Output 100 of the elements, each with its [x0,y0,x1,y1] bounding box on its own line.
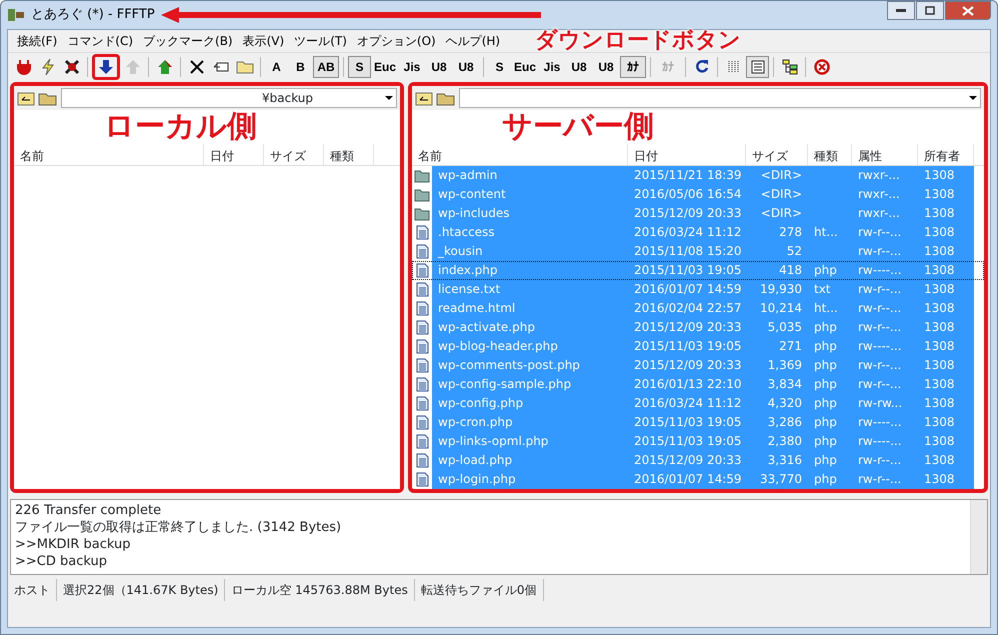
dropdown-arrow-icon[interactable] [385,96,393,100]
minimize-button[interactable] [887,1,915,20]
table-cell: php [814,434,837,448]
toolbar-button[interactable]: B [289,56,312,78]
menu-item[interactable]: 接続(F) [12,31,62,51]
server-path-field[interactable] [459,88,981,108]
toolbar-button[interactable]: S [348,56,371,78]
table-cell: rw----... [858,434,902,448]
table-cell: wp-blog-header.php [438,339,558,353]
toolbar-button[interactable]: U8 [426,56,452,78]
table-cell: 5,035 [768,320,802,334]
toolbar-button[interactable]: U8 [593,56,619,78]
column-header[interactable]: 所有者 [918,144,974,165]
table-cell: 19,930 [760,282,802,296]
table-cell: rw-r--... [858,453,902,467]
table-cell: 4,320 [768,396,802,410]
toolbar-button[interactable]: AB [313,56,339,78]
table-cell: 2015/11/21 18:39 [634,168,742,182]
table-cell: 2015/12/09 20:33 [634,453,742,467]
table-cell: _kousin [438,244,483,258]
column-header[interactable]: 属性 [852,144,918,165]
file-icon [416,244,428,259]
menu-item[interactable]: 表示(V) [238,31,290,51]
table-cell: 1308 [924,320,955,334]
toolbar-button[interactable]: U8 [566,56,592,78]
parent-folder-icon[interactable] [17,90,35,106]
table-cell: 2016/01/07 14:59 [634,472,742,486]
minimize-icon [896,8,906,12]
parent-folder-icon[interactable] [415,90,433,106]
table-cell: wp-login.php [438,472,516,486]
menu-item[interactable]: ツール(T) [289,31,352,51]
table-cell: 2015/11/03 19:05 [634,434,742,448]
table-cell: 2015/11/08 15:20 [634,244,742,258]
table-cell: 1308 [924,453,955,467]
table-cell: php [814,320,837,334]
local-path-field[interactable]: ¥backup [61,88,397,108]
column-header[interactable]: 日付 [628,144,746,165]
log-line: 226 Transfer complete [15,502,162,519]
table-cell: 1308 [924,358,955,372]
scrollbar[interactable] [970,500,987,574]
file-icon [416,415,428,430]
table-cell: 2015/11/03 19:05 [634,263,742,277]
file-icon [416,453,428,468]
toolbar-button[interactable]: Euc [372,56,398,78]
table-cell: php [814,339,837,353]
file-icon [416,472,428,487]
detail-view-icon[interactable] [746,56,769,78]
table-cell: rw-rw... [858,396,902,410]
table-cell: wp-includes [438,206,510,220]
table-cell: php [814,453,837,467]
toolbar-button[interactable]: A [265,56,288,78]
file-icon [416,282,428,297]
table-cell: rw-r--... [858,472,902,486]
table-cell: 1308 [924,472,955,486]
status-text: 選択22個（141.67K Bytes) [57,579,226,601]
table-cell: wp-config-sample.php [438,377,572,391]
table-cell: rwxr-... [858,187,900,201]
table-cell: php [814,263,837,277]
menu-item[interactable]: コマンド(C) [62,31,138,51]
dropdown-arrow-icon[interactable] [969,96,977,100]
menu-item[interactable]: オプション(O) [352,31,441,51]
toolbar-button[interactable]: Euc [512,56,538,78]
column-header[interactable]: 日付 [204,144,264,165]
table-cell: wp-admin [438,168,498,182]
file-icon [416,358,428,373]
maximize-button[interactable] [916,1,944,20]
table-cell: 1308 [924,168,955,182]
table-cell: 1308 [924,301,955,315]
status-text: 転送待ちファイル0個 [414,579,544,601]
toolbar-button[interactable]: Jis [399,56,425,78]
menu-item[interactable]: ブックマーク(B) [138,31,238,51]
table-cell: 2015/12/09 20:33 [634,206,742,220]
table-cell: 2016/01/07 14:59 [634,282,742,296]
column-header[interactable]: 名前 [412,144,628,165]
column-header[interactable]: 種類 [808,144,852,165]
column-header[interactable]: 種類 [324,144,374,165]
table-cell: 33,770 [760,472,802,486]
toolbar-button[interactable]: S [488,56,511,78]
table-cell: 2016/05/06 16:54 [634,187,742,201]
table-cell: php [814,396,837,410]
table-cell: .htaccess [438,225,495,239]
maximize-icon [925,6,935,15]
table-cell: php [814,377,837,391]
table-cell: 2016/03/24 11:12 [634,396,742,410]
close-button[interactable] [945,1,991,20]
toolbar-button[interactable]: U8 [453,56,479,78]
table-cell: ht... [814,225,838,239]
column-header[interactable]: サイズ [746,144,808,165]
table-cell: rw----... [858,263,902,277]
table-cell: rw----... [858,339,902,353]
toolbar-button[interactable]: Jis [539,56,565,78]
table-cell: rwxr-... [858,206,900,220]
toolbar-button[interactable]: ｶﾅ [620,56,646,78]
annotation-label: ダウンロードボタン [535,30,742,52]
table-cell: 2016/02/04 22:57 [634,301,742,315]
file-icon [416,396,428,411]
menu-item[interactable]: ヘルプ(H) [440,31,506,51]
column-header[interactable]: サイズ [264,144,324,165]
column-header[interactable]: 名前 [14,144,204,165]
table-cell: wp-load.php [438,453,512,467]
